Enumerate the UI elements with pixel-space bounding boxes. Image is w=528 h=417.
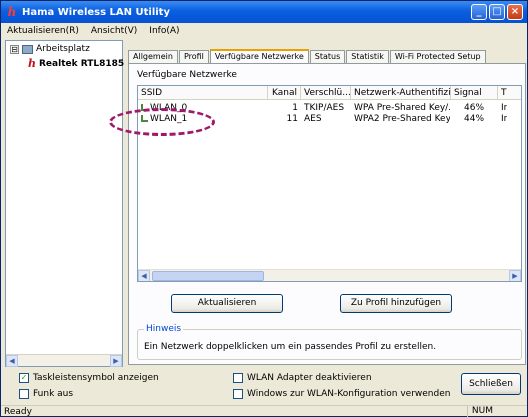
add-to-profile-button[interactable]: Zu Profil hinzufügen bbox=[340, 294, 452, 313]
tab-strip: Allgemein Profil Verfügbare Netzwerke St… bbox=[128, 48, 487, 64]
computer-icon bbox=[22, 44, 33, 54]
tree-item-workplace[interactable]: ⊟ Arbeitsplatz bbox=[10, 44, 90, 54]
tree-root-label: Arbeitsplatz bbox=[36, 44, 90, 54]
device-tree[interactable]: ⊟ Arbeitsplatz h Realtek RTL8185 ◀ ▶ bbox=[5, 40, 124, 367]
tab-available-networks[interactable]: Verfügbare Netzwerke bbox=[209, 49, 309, 64]
table-row[interactable]: WLAN_1 11 AES WPA2 Pre-Shared Key 44% Ir bbox=[138, 114, 521, 125]
status-text: Ready bbox=[4, 406, 32, 417]
column-channel[interactable]: Kanal bbox=[268, 86, 301, 100]
panel-heading: Verfügbare Netzwerke bbox=[137, 70, 237, 80]
channel-cell: 11 bbox=[286, 114, 298, 124]
unchecked-box-icon bbox=[19, 389, 29, 399]
scroll-right-icon[interactable]: ▶ bbox=[509, 270, 521, 281]
network-list[interactable]: SSID Kanal Verschlü... Netzwerk-Authenti… bbox=[137, 85, 522, 282]
tab-profile[interactable]: Profil bbox=[178, 50, 209, 63]
channel-cell: 1 bbox=[292, 103, 298, 113]
signal-cell: 44% bbox=[464, 114, 485, 124]
column-encryption[interactable]: Verschlü... bbox=[301, 86, 351, 100]
checkmark-icon: ✓ bbox=[19, 373, 29, 383]
title-bar[interactable]: h Hama Wireless LAN Utility _ □ × bbox=[1, 1, 527, 23]
scroll-left-icon[interactable]: ◀ bbox=[138, 270, 150, 281]
column-signal[interactable]: Signal bbox=[451, 86, 498, 100]
available-networks-panel: Verfügbare Netzwerke SSID Kanal Verschlü… bbox=[128, 63, 526, 365]
column-ssid[interactable]: SSID bbox=[138, 86, 268, 100]
column-auth[interactable]: Netzwerk-Authentifizi... bbox=[351, 86, 451, 100]
network-list-header: SSID Kanal Verschlü... Netzwerk-Authenti… bbox=[138, 86, 521, 100]
column-type[interactable]: T bbox=[498, 86, 521, 100]
window-title: Hama Wireless LAN Utility bbox=[22, 6, 170, 18]
tree-horizontal-scrollbar[interactable]: ◀ ▶ bbox=[6, 354, 122, 367]
hama-app-icon: h bbox=[7, 5, 17, 19]
refresh-button[interactable]: Aktualisieren bbox=[171, 294, 283, 313]
unchecked-box-icon bbox=[233, 373, 243, 383]
scrollbar-thumb[interactable] bbox=[152, 271, 264, 281]
adapter-label: Realtek RTL8185 bbox=[39, 58, 125, 69]
minimize-button[interactable]: _ bbox=[471, 4, 487, 20]
collapse-icon[interactable]: ⊟ bbox=[10, 44, 19, 54]
encryption-cell: AES bbox=[304, 114, 322, 124]
tab-general[interactable]: Allgemein bbox=[128, 50, 178, 63]
type-cell: Ir bbox=[501, 114, 508, 124]
encryption-cell: TKIP/AES bbox=[304, 103, 345, 113]
network-list-scrollbar[interactable]: ◀ ▶ bbox=[138, 269, 521, 281]
table-row[interactable]: WLAN_0 1 TKIP/AES WPA Pre-Shared Key/...… bbox=[138, 103, 521, 114]
scroll-right-icon[interactable]: ▶ bbox=[110, 354, 122, 367]
ssid-cell: WLAN_0 bbox=[141, 103, 187, 114]
num-lock-indicator: NUM bbox=[466, 406, 493, 417]
menu-refresh[interactable]: Aktualisieren(R) bbox=[7, 26, 79, 36]
type-cell: Ir bbox=[501, 103, 508, 113]
menu-info[interactable]: Info(A) bbox=[149, 26, 179, 36]
status-bar: Ready NUM bbox=[1, 405, 527, 417]
disable-adapter-checkbox[interactable]: WLAN Adapter deaktivieren bbox=[233, 373, 372, 383]
tab-statistics[interactable]: Statistik bbox=[346, 50, 389, 63]
maximize-button[interactable]: □ bbox=[489, 4, 505, 20]
close-button[interactable]: Schließen bbox=[461, 373, 521, 395]
menu-view[interactable]: Ansicht(V) bbox=[91, 26, 137, 36]
tray-icon-checkbox[interactable]: ✓ Taskleistensymbol anzeigen bbox=[19, 373, 159, 383]
tab-status[interactable]: Status bbox=[309, 50, 346, 63]
wifi-network-icon bbox=[141, 104, 148, 111]
auth-cell: WPA Pre-Shared Key/... bbox=[354, 103, 450, 113]
hint-text: Ein Netzwerk doppelklicken um ein passen… bbox=[144, 342, 437, 352]
scroll-left-icon[interactable]: ◀ bbox=[6, 354, 18, 367]
auth-cell: WPA2 Pre-Shared Key bbox=[354, 114, 450, 124]
use-windows-checkbox[interactable]: Windows zur WLAN-Konfiguration verwenden bbox=[233, 389, 450, 399]
adapter-icon: h bbox=[28, 57, 36, 70]
signal-cell: 46% bbox=[464, 103, 485, 113]
radio-off-checkbox[interactable]: Funk aus bbox=[19, 389, 73, 399]
unchecked-box-icon bbox=[233, 389, 243, 399]
main-window: h Hama Wireless LAN Utility _ □ × Aktual… bbox=[0, 0, 528, 417]
tab-wps[interactable]: Wi-Fi Protected Setup bbox=[389, 50, 486, 63]
tree-item-adapter[interactable]: h Realtek RTL8185 bbox=[28, 57, 124, 70]
ssid-cell: WLAN_1 bbox=[141, 114, 187, 125]
wifi-network-icon bbox=[141, 115, 148, 122]
menu-bar: Aktualisieren(R) Ansicht(V) Info(A) bbox=[1, 23, 527, 38]
hint-legend: Hinweis bbox=[144, 324, 184, 334]
hint-group: Hinweis Ein Netzwerk doppelklicken um ei… bbox=[137, 324, 522, 360]
close-window-button[interactable]: × bbox=[507, 4, 523, 20]
